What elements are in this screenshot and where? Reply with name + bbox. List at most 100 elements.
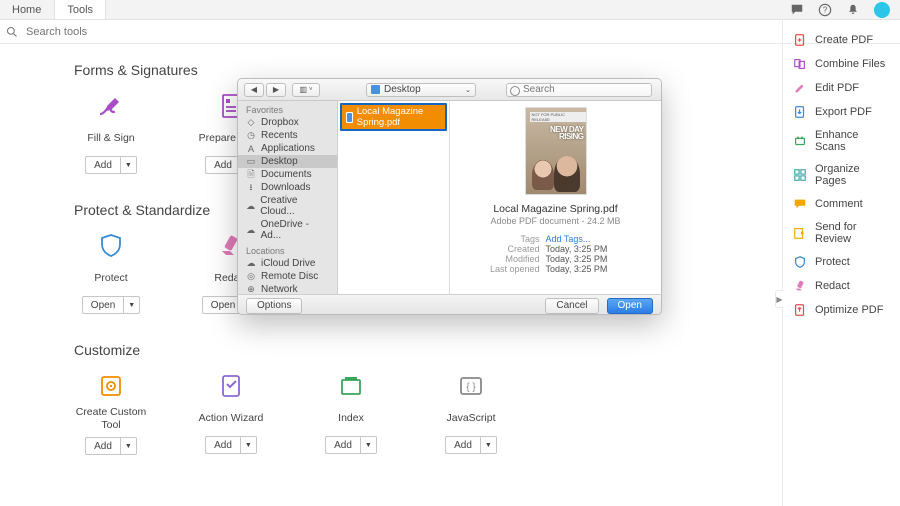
sidebar-item[interactable]: ☁Creative Cloud... xyxy=(238,194,337,218)
pdf-document-icon xyxy=(346,112,353,123)
section-customize-title: Customize xyxy=(74,342,780,358)
meta-value[interactable]: Add Tags... xyxy=(546,234,626,244)
sidebar-item[interactable]: 🗎Documents xyxy=(238,168,337,181)
tab-home[interactable]: Home xyxy=(0,0,54,19)
tool-action-caret[interactable]: ▼ xyxy=(360,436,377,454)
search-input[interactable] xyxy=(24,25,894,39)
sidebar-item[interactable]: ◎Remote Disc xyxy=(238,270,337,283)
collapse-panel-icon[interactable]: ▶ xyxy=(775,290,783,308)
sidebar-item[interactable]: ☁iCloud Drive xyxy=(238,257,337,270)
search-row xyxy=(0,20,900,44)
dialog-search xyxy=(506,83,655,97)
help-icon[interactable]: ? xyxy=(818,3,832,17)
sidebar-heading-locations: Locations xyxy=(238,242,337,257)
file-thumbnail: NOT FOR PUBLIC RELEASE NEW DAY RISING xyxy=(525,107,587,195)
sidebar-item[interactable]: AApplications xyxy=(238,142,337,155)
sidebar-item-label: Dropbox xyxy=(261,117,299,128)
tool-action-button[interactable]: Add xyxy=(205,436,240,454)
thumbnail-badge: NOT FOR PUBLIC RELEASE xyxy=(530,112,586,122)
sidebar-item[interactable]: ◇ Dropbox xyxy=(238,116,337,129)
right-panel-item[interactable]: Optimize PDF xyxy=(783,298,900,322)
protect-icon xyxy=(793,255,807,269)
right-panel-item[interactable]: Organize Pages xyxy=(783,158,900,192)
combine-files-icon xyxy=(793,57,807,71)
sidebar-item-label: Recents xyxy=(261,130,298,141)
tab-tools[interactable]: Tools xyxy=(54,0,106,19)
tool-action-caret[interactable]: ▼ xyxy=(123,296,140,314)
organize-pages-icon xyxy=(793,168,807,182)
tool-label: Action Wizard xyxy=(199,406,264,430)
right-panel-label: Redact xyxy=(815,280,850,292)
svg-text:?: ? xyxy=(823,5,828,14)
tool-action-button[interactable]: Add xyxy=(325,436,360,454)
detail-file-name: Local Magazine Spring.pdf xyxy=(493,203,617,215)
tool-action-button[interactable]: Add xyxy=(85,437,120,455)
tool-javascript[interactable]: { } JavaScript Add▼ xyxy=(434,372,508,455)
tool-action-button[interactable]: Add xyxy=(85,156,120,174)
tool-protect[interactable]: Protect Open▼ xyxy=(74,232,148,314)
javascript-icon: { } xyxy=(457,372,485,400)
section-forms-title: Forms & Signatures xyxy=(74,62,780,78)
sidebar-item-label: Desktop xyxy=(261,156,298,167)
sidebar-item-icon: ◇ xyxy=(246,118,256,128)
custom-tool-icon xyxy=(97,372,125,400)
search-icon xyxy=(6,26,18,38)
dialog-search-input[interactable] xyxy=(506,83,652,97)
sidebar-item-icon: A xyxy=(246,144,256,154)
nav-forward-button[interactable]: ▶ xyxy=(266,83,286,97)
right-panel-item[interactable]: Enhance Scans xyxy=(783,124,900,158)
tool-action-button[interactable]: Add xyxy=(445,436,480,454)
right-panel-label: Send for Review xyxy=(815,221,890,245)
right-tools-panel: ▶ Create PDFCombine FilesEdit PDFExport … xyxy=(782,20,900,506)
sidebar-item[interactable]: ⊕Network xyxy=(238,283,337,294)
tool-fill-sign[interactable]: Fill & Sign Add▼ xyxy=(74,92,148,174)
file-item-selected[interactable]: Local Magazine Spring.pdf xyxy=(340,103,447,131)
right-panel-item[interactable]: Redact xyxy=(783,274,900,298)
tool-action-caret[interactable]: ▼ xyxy=(120,156,137,174)
detail-meta-row: Modified Today, 3:25 PM xyxy=(458,254,653,264)
right-panel-label: Create PDF xyxy=(815,34,873,46)
meta-value: Today, 3:25 PM xyxy=(546,254,626,264)
tool-action-wizard[interactable]: Action Wizard Add▼ xyxy=(194,372,268,455)
avatar[interactable] xyxy=(874,2,890,18)
sidebar-item-label: iCloud Drive xyxy=(261,258,315,269)
tool-action-caret[interactable]: ▼ xyxy=(240,436,257,454)
bell-icon[interactable] xyxy=(846,3,860,17)
right-panel-label: Comment xyxy=(815,198,863,210)
tool-action-caret[interactable]: ▼ xyxy=(480,436,497,454)
right-panel-item[interactable]: Protect xyxy=(783,250,900,274)
sidebar-item-label: Remote Disc xyxy=(261,271,318,282)
tool-action-caret[interactable]: ▼ xyxy=(120,437,137,455)
open-button[interactable]: Open xyxy=(607,298,653,314)
tool-action-button[interactable]: Open xyxy=(82,296,123,314)
right-panel-item[interactable]: Combine Files xyxy=(783,52,900,76)
svg-text:{ }: { } xyxy=(466,382,476,393)
sidebar-item[interactable]: ☁OneDrive - Ad... xyxy=(238,218,337,242)
sidebar-item[interactable]: ⭳Downloads xyxy=(238,181,337,194)
app-topbar: Home Tools ? xyxy=(0,0,900,20)
right-panel-item[interactable]: Export PDF xyxy=(783,100,900,124)
chat-icon[interactable] xyxy=(790,3,804,17)
export-pdf-icon xyxy=(793,105,807,119)
tool-action-button[interactable]: Add xyxy=(205,156,240,174)
location-dropdown[interactable]: Desktop ⌄ xyxy=(366,83,476,97)
sidebar-item-icon: ☁ xyxy=(246,225,256,235)
options-button[interactable]: Options xyxy=(246,298,302,314)
meta-key: Modified xyxy=(486,254,540,264)
view-mode-button[interactable]: ▥ ˅ xyxy=(292,83,320,97)
redact-icon xyxy=(793,279,807,293)
right-panel-item[interactable]: Comment xyxy=(783,192,900,216)
right-panel-item[interactable]: Create PDF xyxy=(783,28,900,52)
tool-custom-tool[interactable]: Create Custom Tool Add▼ xyxy=(74,372,148,455)
nav-back-button[interactable]: ◀ xyxy=(244,83,264,97)
detail-file-subtitle: Adobe PDF document - 24.2 MB xyxy=(490,216,620,226)
cancel-button[interactable]: Cancel xyxy=(545,298,598,314)
right-panel-item[interactable]: Send for Review xyxy=(783,216,900,250)
sidebar-item[interactable]: ◷Recents xyxy=(238,129,337,142)
file-list-column: Local Magazine Spring.pdf xyxy=(338,101,450,294)
file-open-dialog: ◀ ▶ ▥ ˅ Desktop ⌄ Favorites ◇Dropbox◷Rec… xyxy=(237,78,662,315)
tool-index[interactable]: Index Add▼ xyxy=(314,372,388,455)
dialog-footer: Options Cancel Open xyxy=(238,294,661,315)
enhance-scans-icon xyxy=(793,134,807,148)
right-panel-item[interactable]: Edit PDF xyxy=(783,76,900,100)
